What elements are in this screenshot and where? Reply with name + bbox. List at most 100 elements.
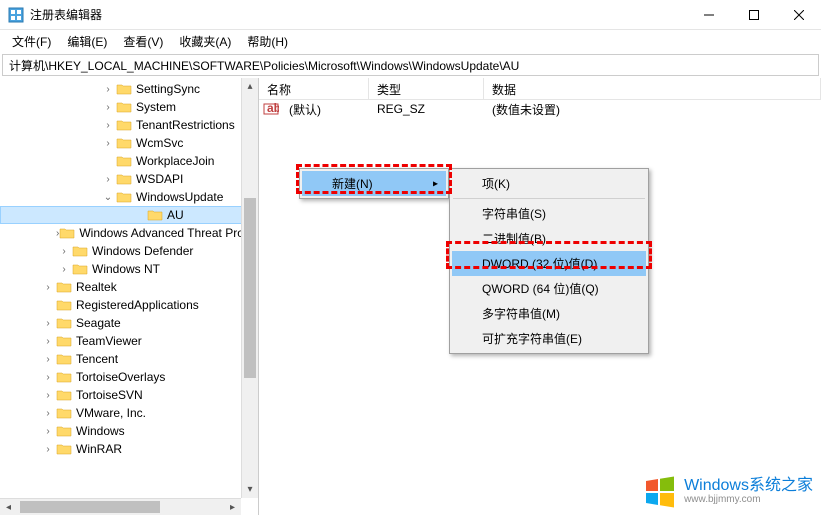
ctx-key[interactable]: 项(K): [452, 171, 646, 196]
folder-icon: [56, 280, 72, 294]
tree-toggle-icon[interactable]: ›: [100, 120, 116, 131]
tree-item[interactable]: › Windows NT: [0, 260, 258, 278]
menu-file[interactable]: 文件(F): [4, 31, 59, 52]
tree-toggle-icon[interactable]: ›: [100, 174, 116, 185]
folder-icon: [72, 244, 88, 258]
tree-toggle-icon[interactable]: ›: [40, 426, 56, 437]
folder-icon: [56, 442, 72, 456]
ctx-string[interactable]: 字符串值(S): [452, 201, 646, 226]
tree-toggle-icon[interactable]: ›: [40, 336, 56, 347]
maximize-button[interactable]: [731, 0, 776, 30]
context-submenu: 项(K) 字符串值(S) 二进制值(B) DWORD (32 位)值(D) QW…: [449, 168, 649, 354]
tree-label: WcmSvc: [134, 136, 185, 150]
tree-item[interactable]: ›Realtek: [0, 278, 258, 296]
ctx-separator: [453, 198, 645, 199]
tree-item[interactable]: AU: [0, 206, 258, 224]
tree-toggle-icon[interactable]: ›: [40, 408, 56, 419]
ctx-expand[interactable]: 可扩充字符串值(E): [452, 326, 646, 351]
tree-item[interactable]: WorkplaceJoin: [0, 152, 258, 170]
tree-toggle-icon[interactable]: ›: [40, 390, 56, 401]
tree-toggle-icon[interactable]: ›: [56, 246, 72, 257]
vertical-scrollbar[interactable]: ▴ ▾: [241, 78, 258, 498]
tree-item[interactable]: ›Seagate: [0, 314, 258, 332]
tree-label: SettingSync: [134, 82, 202, 96]
scroll-thumb-h[interactable]: [20, 501, 160, 513]
window-controls: [686, 0, 821, 30]
watermark: Windows系统之家 www.bjjmmy.com: [642, 473, 813, 509]
ctx-multi[interactable]: 多字符串值(M): [452, 301, 646, 326]
tree-item[interactable]: ›Windows Defender: [0, 242, 258, 260]
tree-item[interactable]: ›Windows Advanced Threat Protection: [0, 224, 258, 242]
close-button[interactable]: [776, 0, 821, 30]
tree-item[interactable]: ›VMware, Inc.: [0, 404, 258, 422]
folder-icon: [56, 316, 72, 330]
tree-item[interactable]: › WcmSvc: [0, 134, 258, 152]
col-type[interactable]: 类型: [369, 78, 484, 99]
ctx-qword[interactable]: QWORD (64 位)值(Q): [452, 276, 646, 301]
tree-label: TeamViewer: [74, 334, 144, 348]
tree-toggle-icon[interactable]: ›: [100, 84, 116, 95]
registry-tree[interactable]: ›SettingSync›System›TenantRestrictions›W…: [0, 78, 258, 460]
col-data[interactable]: 数据: [484, 78, 821, 99]
tree-toggle-icon[interactable]: ›: [40, 318, 56, 329]
tree-item[interactable]: › SettingSync: [0, 80, 258, 98]
tree-panel: ›SettingSync›System›TenantRestrictions›W…: [0, 78, 259, 515]
ctx-new[interactable]: 新建(N) ▸: [302, 171, 446, 196]
folder-icon: [56, 370, 72, 384]
scroll-right-arrow[interactable]: ▸: [224, 499, 241, 515]
scroll-left-arrow[interactable]: ◂: [0, 499, 17, 515]
tree-label: RegisteredApplications: [74, 298, 201, 312]
tree-label: Windows: [74, 424, 127, 438]
tree-item[interactable]: › TortoiseSVN: [0, 386, 258, 404]
menubar: 文件(F) 编辑(E) 查看(V) 收藏夹(A) 帮助(H): [0, 30, 821, 52]
tree-item[interactable]: ›Tencent: [0, 350, 258, 368]
tree-toggle-icon[interactable]: ›: [40, 372, 56, 383]
value-type: REG_SZ: [369, 101, 484, 117]
tree-toggle-icon[interactable]: ›: [100, 102, 116, 113]
col-name[interactable]: 名称: [259, 78, 369, 99]
folder-icon: [116, 82, 132, 96]
address-bar[interactable]: 计算机\HKEY_LOCAL_MACHINE\SOFTWARE\Policies…: [2, 54, 819, 76]
folder-icon: [56, 334, 72, 348]
menu-favorites[interactable]: 收藏夹(A): [171, 31, 239, 52]
menu-view[interactable]: 查看(V): [115, 31, 171, 52]
windows-logo-icon: [642, 473, 678, 509]
scroll-down-arrow[interactable]: ▾: [242, 481, 258, 498]
titlebar: 注册表编辑器: [0, 0, 821, 30]
list-header: 名称 类型 数据: [259, 78, 821, 100]
ctx-binary[interactable]: 二进制值(B): [452, 226, 646, 251]
folder-icon: [56, 424, 72, 438]
tree-item[interactable]: ›WinRAR: [0, 440, 258, 458]
tree-item[interactable]: › TenantRestrictions: [0, 116, 258, 134]
ctx-new-label: 新建(N): [332, 177, 373, 191]
window-title: 注册表编辑器: [30, 6, 686, 23]
horizontal-scrollbar[interactable]: ◂ ▸: [0, 498, 241, 515]
tree-item[interactable]: ⌄WindowsUpdate: [0, 188, 258, 206]
tree-toggle-icon[interactable]: ›: [56, 264, 72, 275]
tree-item[interactable]: ›System: [0, 98, 258, 116]
tree-toggle-icon[interactable]: ›: [40, 354, 56, 365]
tree-toggle-icon[interactable]: ⌄: [100, 192, 116, 203]
scroll-up-arrow[interactable]: ▴: [242, 78, 258, 95]
tree-label: AU: [165, 208, 186, 222]
tree-toggle-icon[interactable]: ›: [100, 138, 116, 149]
tree-toggle-icon[interactable]: ›: [40, 282, 56, 293]
tree-item[interactable]: RegisteredApplications: [0, 296, 258, 314]
tree-label: TortoiseSVN: [74, 388, 145, 402]
value-data: (数值未设置): [484, 100, 821, 119]
scroll-thumb-v[interactable]: [244, 198, 256, 378]
tree-label: Windows Advanced Threat Protection: [77, 226, 259, 240]
list-row[interactable]: ab (默认) REG_SZ (数值未设置): [259, 100, 821, 118]
tree-item[interactable]: ›WSDAPI: [0, 170, 258, 188]
tree-toggle-icon[interactable]: ›: [40, 444, 56, 455]
menu-help[interactable]: 帮助(H): [239, 31, 296, 52]
ctx-dword[interactable]: DWORD (32 位)值(D): [452, 251, 646, 276]
menu-edit[interactable]: 编辑(E): [59, 31, 115, 52]
tree-item[interactable]: › TeamViewer: [0, 332, 258, 350]
tree-label: Windows NT: [90, 262, 162, 276]
tree-label: TenantRestrictions: [134, 118, 237, 132]
tree-item[interactable]: › Windows: [0, 422, 258, 440]
tree-label: TortoiseOverlays: [74, 370, 167, 384]
minimize-button[interactable]: [686, 0, 731, 30]
tree-item[interactable]: › TortoiseOverlays: [0, 368, 258, 386]
